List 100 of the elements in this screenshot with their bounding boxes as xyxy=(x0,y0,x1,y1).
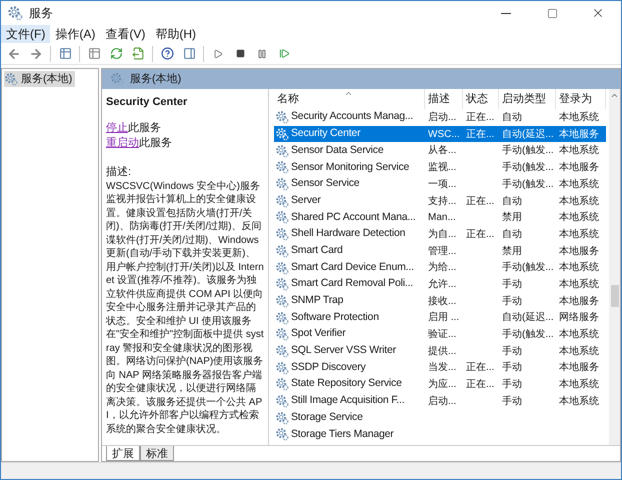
view-tab[interactable]: 扩展 xyxy=(106,446,140,461)
table-cell: 本地系统 xyxy=(559,196,599,207)
service-row[interactable]: Storage Service xyxy=(274,409,606,426)
service-name-cell-text: State Repository Service xyxy=(291,376,402,392)
column-header[interactable]: 登录为 xyxy=(556,89,606,109)
table-cell: 手动 xyxy=(502,379,522,390)
service-row[interactable]: Sensor Service 一项... 手动(触发... 本地系统 xyxy=(274,176,606,192)
menu-item[interactable]: 查看(V) xyxy=(100,25,150,43)
table-cell: 自动 xyxy=(502,196,522,207)
gears-icon xyxy=(275,277,289,292)
service-name-cell-text: Smart Card xyxy=(291,242,343,258)
service-name-cell-text: SSDP Discovery xyxy=(291,360,366,375)
service-name-cell-text: Smart Card Device Enum... xyxy=(291,260,414,275)
gears-icon xyxy=(275,144,289,158)
action-link[interactable]: 重启动 xyxy=(106,136,139,150)
table-cell: 自动 xyxy=(502,228,522,240)
service-row[interactable]: SSDP Discovery 当发... 正在... 手动 本地服务 xyxy=(274,359,606,376)
table-cell: 手动(触发... xyxy=(502,145,554,156)
service-name-cell-text: Smart Card Removal Poli... xyxy=(291,276,414,292)
service-row[interactable]: Smart Card Removal Poli... 允许... 手动 本地系统 xyxy=(274,276,606,293)
minimize-icon xyxy=(501,12,511,14)
service-row[interactable]: Security Accounts Manag... 启动... 正在... 自动 本地系统 xyxy=(274,109,606,126)
table-cell: 管理... xyxy=(428,246,456,257)
table-cell: 本地服务 xyxy=(559,162,599,174)
table-cell: 本地系统 xyxy=(559,329,599,340)
service-row[interactable]: Sensor Monitoring Service 监视... 手动(触发... 本地服务 xyxy=(274,159,606,176)
refresh-icon xyxy=(110,47,122,60)
column-header[interactable]: 名称 xyxy=(274,89,425,109)
menu-item[interactable]: 操作(A) xyxy=(50,25,100,43)
menu-item[interactable]: 帮助(H) xyxy=(150,25,201,43)
service-name-cell-text: Shell Hardware Detection xyxy=(291,226,406,242)
column-header[interactable]: 描述 xyxy=(425,89,463,109)
gears-icon xyxy=(275,160,289,174)
table-cell: 手动(触发... xyxy=(502,178,554,190)
gears-icon xyxy=(275,177,289,192)
service-row[interactable]: Sensor Data Service 从各... 手动(触发... 本地系统 xyxy=(274,142,606,160)
service-name-cell-text: Security Accounts Manag... xyxy=(291,109,414,124)
table-cell: 监视... xyxy=(428,162,456,174)
service-row[interactable]: Shell Hardware Detection 为自... 正在... 自动 本地系统 xyxy=(274,226,606,242)
table-cell: 正在... xyxy=(466,228,494,240)
table-cell: 手动(触发... xyxy=(502,262,554,274)
action-text: 此服务 xyxy=(139,136,172,150)
sheet-icon xyxy=(88,47,100,60)
table-cell: 自动 xyxy=(502,112,522,124)
table-cell: WSC... xyxy=(428,128,460,140)
service-row[interactable]: Server 支持... 正在... 自动 本地系统 xyxy=(274,192,606,210)
gears-icon xyxy=(275,427,289,442)
table-cell: 本地系统 xyxy=(559,262,599,274)
action-link[interactable]: 停止 xyxy=(106,120,128,136)
service-row[interactable]: Still Image Acquisition F... 启动... 手动 本地系统 xyxy=(274,392,606,410)
table-cell: 本地系统 xyxy=(559,346,599,357)
table-cell: 本地服务 xyxy=(559,246,599,257)
gears-icon xyxy=(275,127,289,142)
gears-icon xyxy=(7,5,23,21)
view-tab[interactable]: 标准 xyxy=(140,446,174,461)
gears-icon xyxy=(275,194,289,208)
scrollbar-thumb[interactable] xyxy=(610,285,618,307)
table-cell: 为给... xyxy=(428,262,456,274)
service-name-cell-text: Still Image Acquisition F... xyxy=(291,393,404,408)
description-label: 描述: xyxy=(106,164,132,180)
gears-icon xyxy=(275,310,289,325)
table-cell: 手动(触发... xyxy=(502,162,554,174)
service-row[interactable]: Storage Tiers Manager xyxy=(274,426,606,443)
service-row[interactable]: SQL Server VSS Writer 提供... 手动 本地系统 xyxy=(274,342,606,360)
tree-item[interactable]: 服务(本地) xyxy=(4,71,76,87)
gears-icon xyxy=(275,344,289,358)
gears-icon xyxy=(275,244,289,258)
gears-icon xyxy=(275,327,289,342)
table-cell: 本地系统 xyxy=(559,228,599,240)
service-name-cell-text: Server xyxy=(291,192,321,208)
table-cell: 禁用 xyxy=(502,246,522,257)
table-cell: 启用 ... xyxy=(428,312,460,324)
service-row[interactable]: Software Protection 启用 ... 自动(延迟... 网络服务 xyxy=(274,309,606,326)
table-cell: 自动(延迟... xyxy=(502,312,554,324)
window-icon xyxy=(58,47,72,60)
column-header[interactable]: 启动类型 xyxy=(499,89,556,109)
table-cell: 手动 xyxy=(502,346,522,357)
table-cell: 正在... xyxy=(466,362,494,374)
menu-item[interactable]: 文件(F) xyxy=(1,25,50,43)
service-row[interactable]: SNMP Trap 接收... 手动 本地服务 xyxy=(274,292,606,310)
service-row[interactable]: Shared PC Account Mana... Man... 禁用 本地系统 xyxy=(274,209,606,226)
play-icon xyxy=(213,48,223,58)
service-row[interactable]: Smart Card 管理... 禁用 本地服务 xyxy=(274,242,606,260)
table-cell: 本地服务 xyxy=(559,128,599,140)
scroll-up-icon xyxy=(610,91,619,100)
service-row[interactable]: Spot Verifier 验证... 手动(触发... 本地系统 xyxy=(274,326,606,343)
help-icon xyxy=(160,47,174,60)
table-cell: 允许... xyxy=(428,278,456,290)
service-name-cell-text: SNMP Trap xyxy=(291,293,344,308)
column-header[interactable]: 状态 xyxy=(463,89,499,109)
service-name-cell-text: Spot Verifier xyxy=(291,326,346,342)
gears-icon xyxy=(275,227,289,242)
service-row[interactable]: Security Center WSC... 正在... 自动(延迟... 本地服务 xyxy=(274,126,606,142)
service-row[interactable]: Smart Card Device Enum... 为给... 手动(触发... 本地系统 xyxy=(274,259,606,276)
table-cell: 正在... xyxy=(466,196,494,207)
resume-icon xyxy=(278,48,290,59)
service-name-cell-text: Security Center xyxy=(291,126,360,142)
table-cell: 网络服务 xyxy=(559,312,599,324)
table-cell: 一项... xyxy=(428,178,456,190)
service-row[interactable]: State Repository Service 为应... 正在... 手动 本地系统 xyxy=(274,376,606,393)
